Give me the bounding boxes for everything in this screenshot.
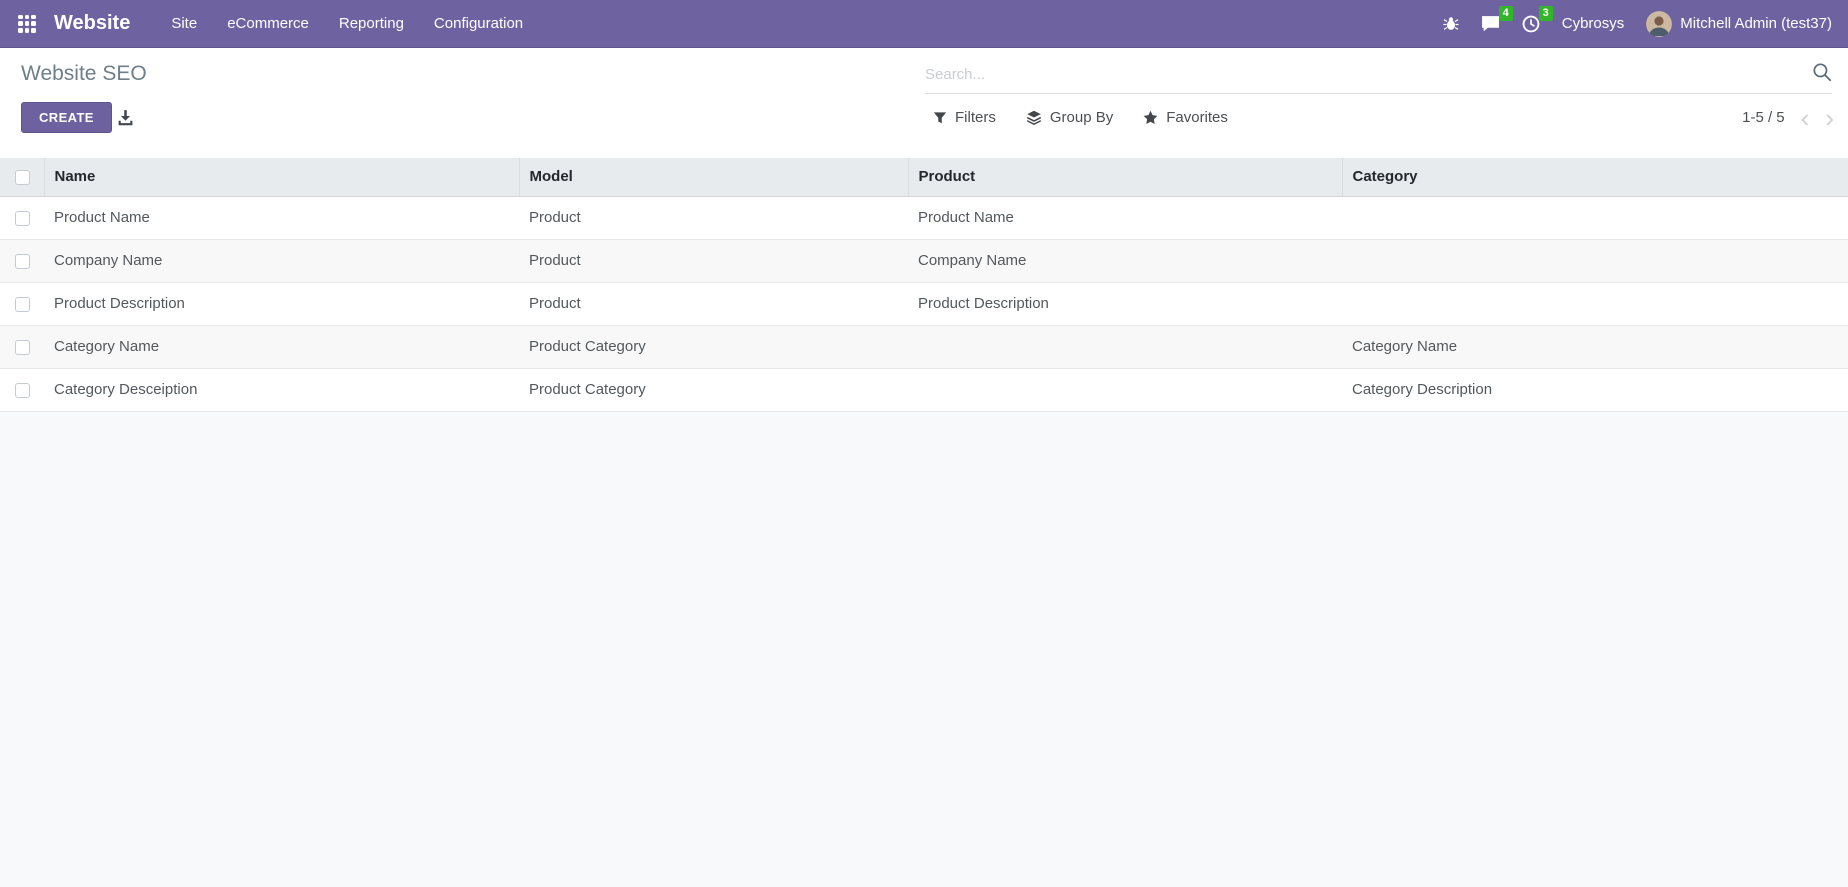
select-all-cell xyxy=(0,158,44,196)
pager-next-icon[interactable]: › xyxy=(1825,105,1834,131)
pager-range: 1-5 / 5 xyxy=(1742,109,1785,126)
filter-funnel-icon xyxy=(933,111,947,125)
activities-button[interactable]: 3 xyxy=(1522,15,1540,33)
column-header-name[interactable]: Name xyxy=(44,158,519,196)
column-header-model[interactable]: Model xyxy=(519,158,908,196)
column-header-category[interactable]: Category xyxy=(1342,158,1848,196)
row-checkbox[interactable] xyxy=(15,254,30,269)
pager: 1-5 / 5 ‹ › xyxy=(1742,102,1834,133)
cell-model[interactable]: Product Category xyxy=(519,325,908,368)
app-brand[interactable]: Website xyxy=(54,12,130,35)
cell-name[interactable]: Category Name xyxy=(44,325,519,368)
cell-category[interactable] xyxy=(1342,282,1848,325)
cell-name[interactable]: Product Name xyxy=(44,196,519,239)
activities-count-badge: 3 xyxy=(1539,6,1553,21)
apps-menu-icon[interactable] xyxy=(18,15,36,33)
select-all-checkbox[interactable] xyxy=(15,170,30,185)
row-checkbox[interactable] xyxy=(15,383,30,398)
cell-product[interactable]: Product Name xyxy=(908,196,1342,239)
cell-product[interactable] xyxy=(908,368,1342,411)
search-bar xyxy=(925,56,1832,94)
cell-category[interactable] xyxy=(1342,196,1848,239)
cell-product[interactable]: Company Name xyxy=(908,239,1342,282)
menu-ecommerce[interactable]: eCommerce xyxy=(212,0,324,48)
table-header-row: Name Model Product Category xyxy=(0,158,1848,196)
cell-model[interactable]: Product xyxy=(519,196,908,239)
favorites-button[interactable]: Favorites xyxy=(1143,109,1228,126)
row-checkbox[interactable] xyxy=(15,211,30,226)
cell-name[interactable]: Category Desceiption xyxy=(44,368,519,411)
cell-category[interactable] xyxy=(1342,239,1848,282)
user-name-label: Mitchell Admin (test37) xyxy=(1680,15,1832,32)
control-panel: Website SEO CREATE Filters xyxy=(0,48,1848,158)
group-by-label: Group By xyxy=(1050,109,1113,126)
company-switcher[interactable]: Cybrosys xyxy=(1562,15,1625,32)
table-row: Category Name Product Category Category … xyxy=(0,325,1848,368)
menu-configuration[interactable]: Configuration xyxy=(419,0,538,48)
filters-label: Filters xyxy=(955,109,996,126)
favorites-label: Favorites xyxy=(1166,109,1228,126)
row-checkbox[interactable] xyxy=(15,297,30,312)
menu-site[interactable]: Site xyxy=(156,0,212,48)
cell-category[interactable]: Category Name xyxy=(1342,325,1848,368)
menu-reporting[interactable]: Reporting xyxy=(324,0,419,48)
search-options: Filters Group By Favorites xyxy=(933,102,1228,133)
bug-icon xyxy=(1443,15,1459,32)
cell-name[interactable]: Product Description xyxy=(44,282,519,325)
group-by-layers-icon xyxy=(1026,110,1042,125)
table-row: Company Name Product Company Name xyxy=(0,239,1848,282)
seo-list-table: Name Model Product Category Product Name… xyxy=(0,158,1848,412)
cell-name[interactable]: Company Name xyxy=(44,239,519,282)
chat-icon xyxy=(1481,15,1500,32)
table-row: Product Description Product Product Desc… xyxy=(0,282,1848,325)
search-icon[interactable] xyxy=(1812,62,1832,87)
group-by-button[interactable]: Group By xyxy=(1026,109,1113,126)
pager-previous-icon[interactable]: ‹ xyxy=(1801,105,1810,131)
cell-product[interactable] xyxy=(908,325,1342,368)
clock-icon xyxy=(1522,15,1540,33)
top-navbar: Website Site eCommerce Reporting Configu… xyxy=(0,0,1848,48)
row-checkbox[interactable] xyxy=(15,340,30,355)
table-row: Product Name Product Product Name xyxy=(0,196,1848,239)
cell-category[interactable]: Category Description xyxy=(1342,368,1848,411)
cell-model[interactable]: Product xyxy=(519,282,908,325)
messages-count-badge: 4 xyxy=(1499,6,1513,21)
search-input[interactable] xyxy=(925,66,1804,83)
create-button[interactable]: CREATE xyxy=(21,102,112,133)
user-menu[interactable]: Mitchell Admin (test37) xyxy=(1646,11,1832,37)
cell-product[interactable]: Product Description xyxy=(908,282,1342,325)
app-brand-label: Website xyxy=(54,12,130,34)
export-download-icon[interactable] xyxy=(117,109,134,131)
column-header-product[interactable]: Product xyxy=(908,158,1342,196)
filters-button[interactable]: Filters xyxy=(933,109,996,126)
cell-model[interactable]: Product xyxy=(519,239,908,282)
debug-bug-icon[interactable] xyxy=(1443,15,1459,32)
nav-menus: Site eCommerce Reporting Configuration xyxy=(156,0,538,48)
avatar xyxy=(1646,11,1672,37)
systray: 4 3 Cybrosys Mitchell Admin (test37) xyxy=(1443,11,1832,37)
cell-model[interactable]: Product Category xyxy=(519,368,908,411)
table-row: Category Desceiption Product Category Ca… xyxy=(0,368,1848,411)
page-title: Website SEO xyxy=(21,62,147,86)
favorites-star-icon xyxy=(1143,110,1158,125)
messages-button[interactable]: 4 xyxy=(1481,15,1500,32)
